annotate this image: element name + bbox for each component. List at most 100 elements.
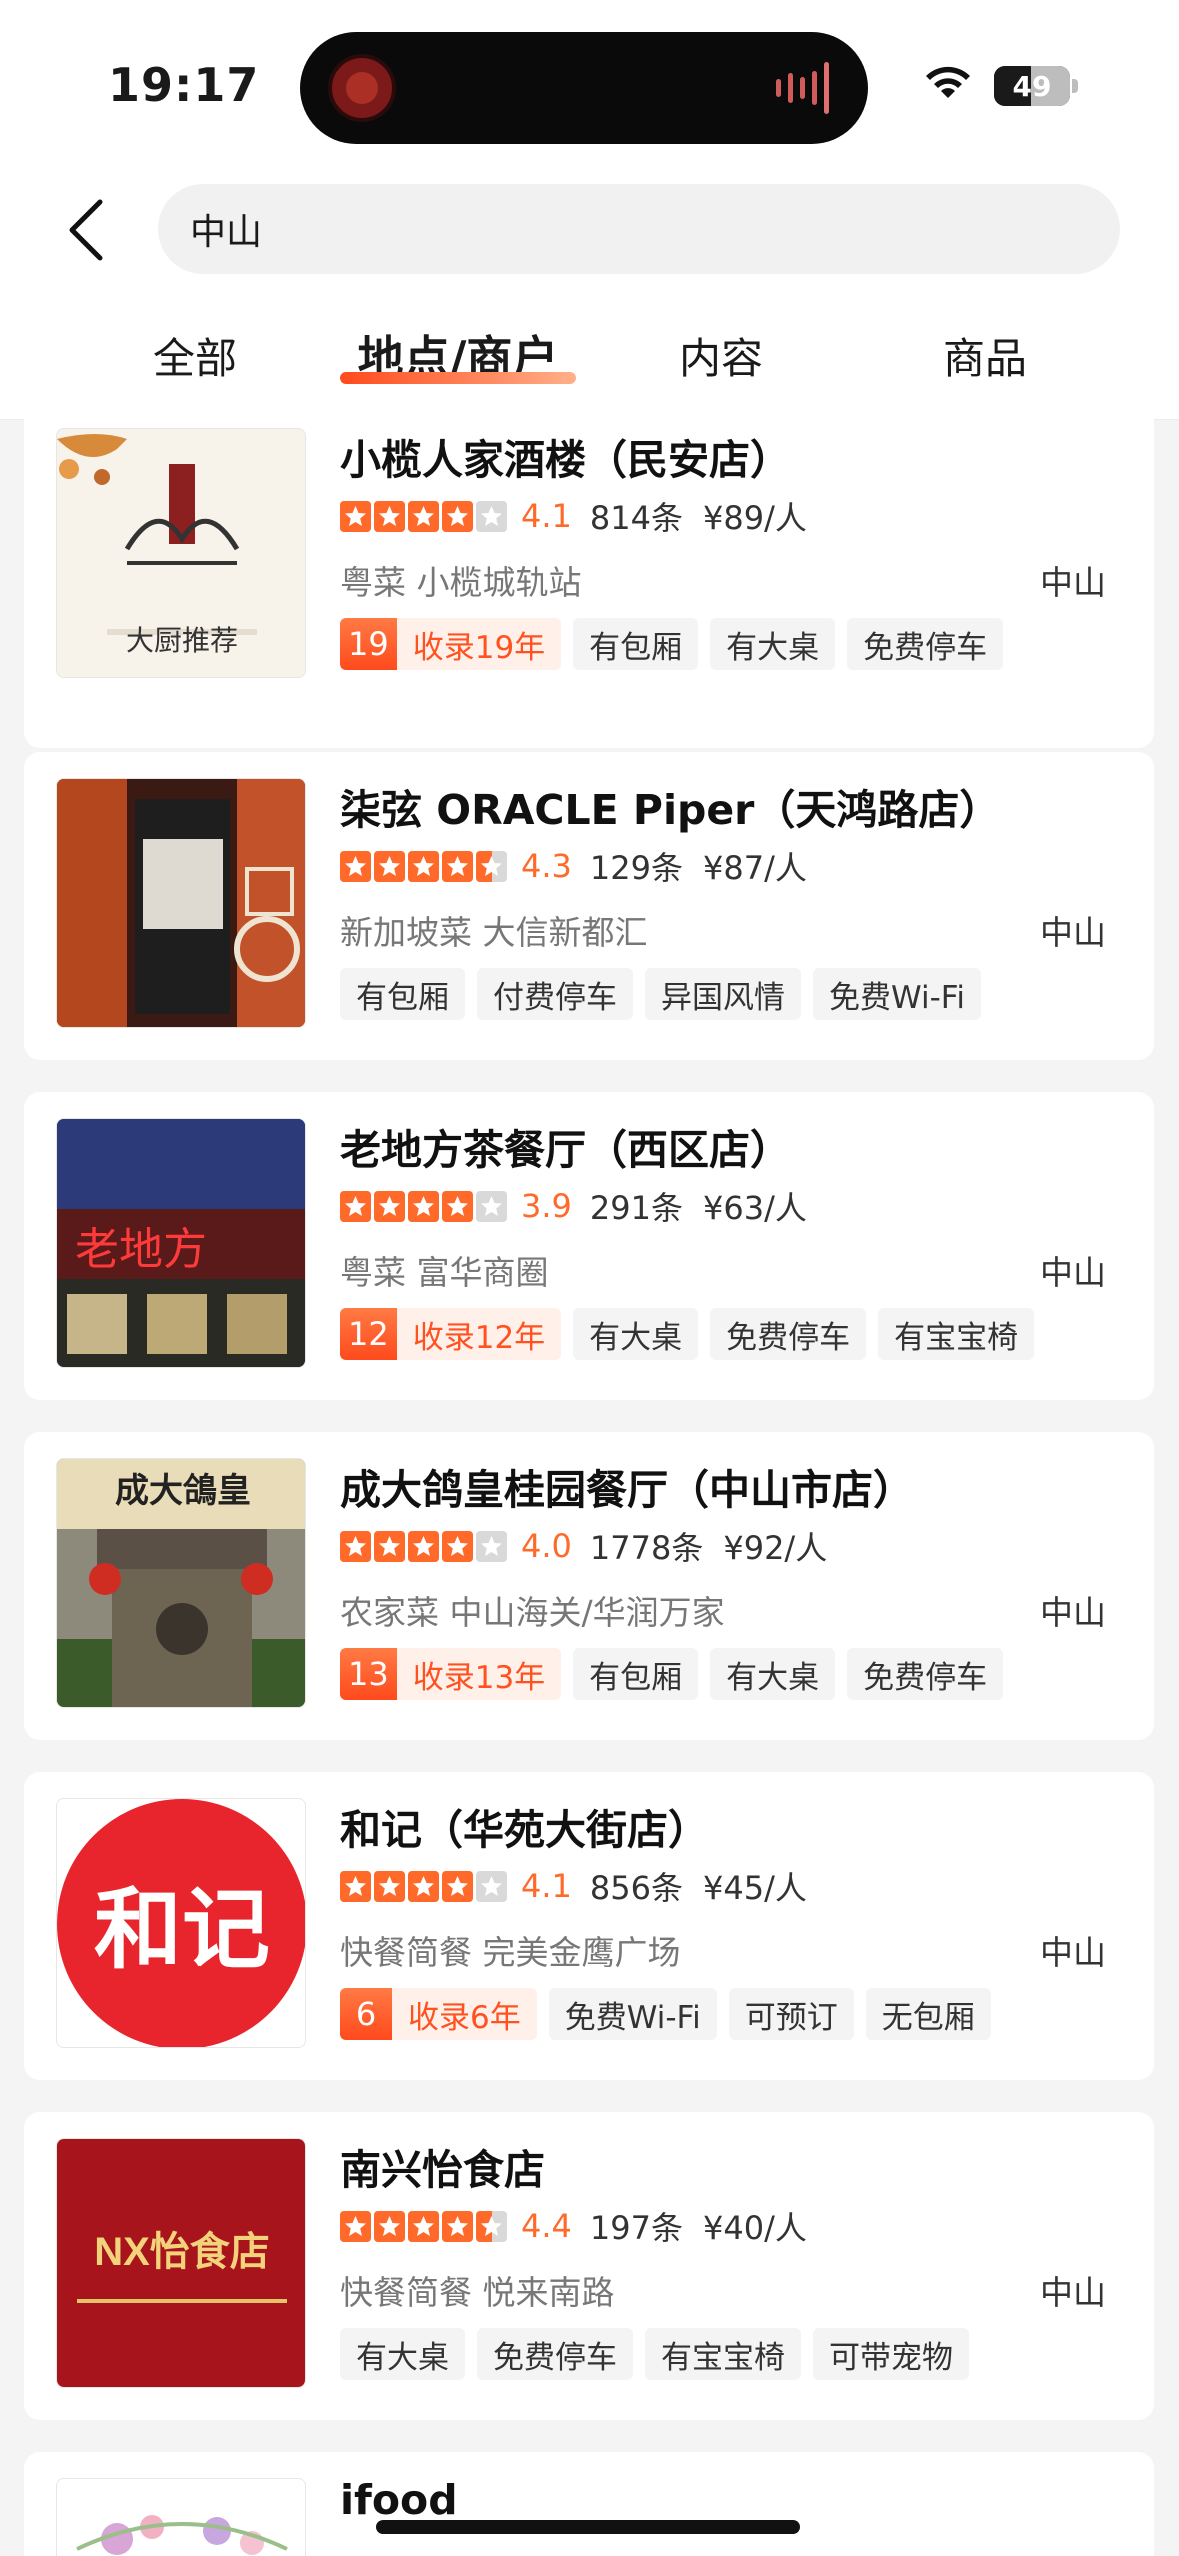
region-label: 中山 xyxy=(1040,913,1106,952)
star-icon xyxy=(476,1190,507,1222)
restaurant-name[interactable]: 南兴怡食店 xyxy=(340,2136,545,2196)
back-button[interactable] xyxy=(56,190,116,270)
tags-row: 12 收录12年 有大桌 免费停车 有宝宝椅 xyxy=(340,1308,1035,1360)
result-card[interactable]: 成大鴿皇 成大鸽皇桂园餐厅（中山市店） 4.0 1778条 ¥92/人 农家菜 … xyxy=(24,1432,1154,1740)
battery-tip xyxy=(1072,79,1078,93)
restaurant-thumbnail[interactable]: 老地方 xyxy=(56,1118,306,1368)
thumbnail-caption: 和记 xyxy=(93,1877,270,1981)
tags-row: 有包厢 付费停车 异国风情 免费Wi-Fi xyxy=(340,968,981,1020)
star-icon xyxy=(408,1530,439,1562)
restaurant-thumbnail[interactable]: NX怡食店 xyxy=(56,2138,306,2388)
now-playing-app-icon xyxy=(328,54,396,122)
result-card[interactable]: ifood xyxy=(24,2452,1154,2556)
star-icon xyxy=(408,2210,439,2242)
record-years-number: 6 xyxy=(340,1988,392,2040)
restaurant-name[interactable]: ifood xyxy=(340,2476,458,2524)
feature-tag: 有宝宝椅 xyxy=(645,2328,801,2380)
star-icon xyxy=(408,500,439,532)
region-label: 中山 xyxy=(1040,1253,1106,1292)
star-icon xyxy=(340,850,371,882)
record-years-badge: 19 收录19年 xyxy=(340,618,562,670)
region-label: 中山 xyxy=(1040,2273,1106,2312)
star-icon xyxy=(408,850,439,882)
review-count: 1778条 xyxy=(589,1529,704,1567)
restaurant-thumbnail[interactable] xyxy=(56,2478,306,2556)
cuisine-location: 快餐简餐 完美金鹰广场 xyxy=(340,1933,681,1972)
battery-icon: 49 xyxy=(994,66,1070,106)
thumbnail-caption: 大厨推荐 xyxy=(125,624,238,657)
restaurant-thumbnail[interactable] xyxy=(56,778,306,1028)
tab-goods[interactable]: 商品 xyxy=(920,320,1050,390)
star-icon xyxy=(374,850,405,882)
star-icon xyxy=(476,1530,507,1562)
price-per-person: ¥89/人 xyxy=(702,499,807,537)
restaurant-name[interactable]: 成大鸽皇桂园餐厅（中山市店） xyxy=(340,1456,914,1516)
home-indicator[interactable] xyxy=(376,2520,800,2534)
star-icon xyxy=(340,500,371,532)
feature-tag: 有大桌 xyxy=(710,1648,836,1700)
tab-content[interactable]: 内容 xyxy=(656,320,786,390)
feature-tag: 有包厢 xyxy=(573,1648,699,1700)
feature-tag: 免费停车 xyxy=(847,1648,1004,1700)
result-card[interactable]: NX怡食店 南兴怡食店 4.4 197条 ¥40/人 快餐简餐 悦来南路 中山 … xyxy=(24,2112,1154,2420)
feature-tag: 免费Wi-Fi xyxy=(548,1988,717,2040)
star-icon xyxy=(442,2210,473,2242)
restaurant-thumbnail[interactable]: 和记 xyxy=(56,1798,306,2048)
result-card[interactable]: 老地方 老地方茶餐厅（西区店） 3.9 291条 ¥63/人 粤菜 富华商圈 中… xyxy=(24,1092,1154,1400)
star-icon xyxy=(476,850,507,882)
rating-row: 4.4 197条 ¥40/人 xyxy=(340,2204,807,2248)
rating-score: 4.0 xyxy=(521,1527,572,1565)
restaurant-name[interactable]: 柒弦 ORACLE Piper（天鸿路店） xyxy=(340,776,1000,836)
star-rating xyxy=(340,500,507,532)
result-card[interactable]: 大厨推荐 小榄人家酒楼（民安店） 4.1 814条 ¥89/人 粤菜 小榄城轨站… xyxy=(24,402,1154,748)
search-input[interactable]: 中山 xyxy=(158,184,1120,274)
feature-tag: 免费停车 xyxy=(477,2328,633,2380)
star-rating xyxy=(340,2210,507,2242)
price-per-person: ¥45/人 xyxy=(702,1869,807,1907)
rating-score: 4.1 xyxy=(521,1867,572,1905)
record-years-number: 13 xyxy=(340,1648,397,1700)
feature-tag: 有包厢 xyxy=(573,618,699,670)
result-card[interactable]: 和记 和记（华苑大街店） 4.1 856条 ¥45/人 快餐简餐 完美金鹰广场 … xyxy=(24,1772,1154,2080)
feature-tag: 有大桌 xyxy=(340,2328,465,2380)
star-icon xyxy=(374,1870,405,1902)
restaurant-name[interactable]: 和记（华苑大街店） xyxy=(340,1796,709,1856)
feature-tag: 免费Wi-Fi xyxy=(813,968,981,1020)
restaurant-name[interactable]: 老地方茶餐厅（西区店） xyxy=(340,1116,791,1176)
restaurant-name[interactable]: 小榄人家酒楼（民安店） xyxy=(340,426,791,486)
star-icon xyxy=(374,1530,405,1562)
cuisine-location: 农家菜 中山海关/华润万家 xyxy=(340,1593,725,1632)
rating-score: 4.3 xyxy=(521,847,572,885)
tags-row: 19 收录19年 有包厢 有大桌 免费停车 xyxy=(340,618,1004,670)
price-per-person: ¥40/人 xyxy=(702,2209,807,2247)
star-rating xyxy=(340,1190,507,1222)
star-rating xyxy=(340,850,507,882)
region-label: 中山 xyxy=(1040,563,1106,602)
review-count: 291条 xyxy=(589,1189,683,1227)
star-icon xyxy=(340,1870,371,1902)
record-years-badge: 13 收录13年 xyxy=(340,1648,562,1700)
star-icon xyxy=(442,1530,473,1562)
restaurant-thumbnail[interactable]: 成大鴿皇 xyxy=(56,1458,306,1708)
record-years-text: 收录13年 xyxy=(412,1659,546,1696)
cuisine-location: 新加坡菜 大信新都汇 xyxy=(340,913,648,952)
feature-tag: 异国风情 xyxy=(645,968,801,1020)
rating-row: 4.1 814条 ¥89/人 xyxy=(340,494,807,538)
tab-bar: 全部 地点/商户 内容 商品 xyxy=(0,320,1179,400)
restaurant-thumbnail[interactable]: 大厨推荐 xyxy=(56,428,306,678)
dynamic-island[interactable] xyxy=(300,32,868,144)
record-years-badge: 12 收录12年 xyxy=(340,1308,562,1360)
rating-score: 3.9 xyxy=(521,1187,572,1225)
result-card[interactable]: 柒弦 ORACLE Piper（天鸿路店） 4.3 129条 ¥87/人 新加坡… xyxy=(24,752,1154,1060)
feature-tag: 有大桌 xyxy=(573,1308,699,1360)
record-years-text: 收录12年 xyxy=(412,1319,546,1356)
active-tab-indicator xyxy=(340,372,576,384)
review-count: 197条 xyxy=(589,2209,683,2247)
star-rating xyxy=(340,1530,507,1562)
feature-tag: 付费停车 xyxy=(477,968,633,1020)
price-per-person: ¥63/人 xyxy=(702,1189,807,1227)
record-years-number: 19 xyxy=(340,618,397,670)
tab-all[interactable]: 全部 xyxy=(130,320,260,390)
star-icon xyxy=(374,1190,405,1222)
chevron-left-icon xyxy=(69,199,103,261)
